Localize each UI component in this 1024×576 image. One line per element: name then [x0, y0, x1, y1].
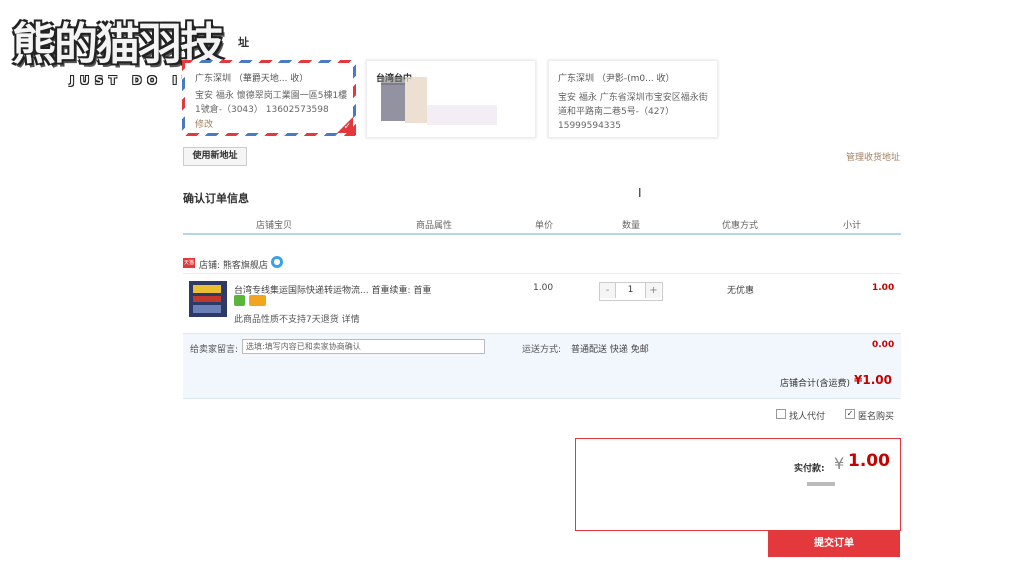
payment-label: 实付款: [794, 464, 825, 474]
shipping-method-label: 运送方式: [522, 345, 562, 355]
address-card-selected[interactable]: 广东深圳 （華爵天地... 收） 宝安 福永 懷德翠岗工業園一區5棟1樓1號倉-… [182, 60, 356, 136]
blurred-area [405, 77, 427, 123]
credit-card-icon [249, 295, 266, 306]
shop-total-value: ¥1.00 [854, 373, 892, 387]
edit-address-link[interactable]: 修改 [195, 117, 213, 130]
column-header: 优惠方式 [722, 221, 759, 231]
address-name: 广东深圳 （尹影-(m0... 收） [558, 74, 675, 84]
quantity-decrease-button[interactable]: - [600, 283, 616, 298]
address-card-taiwan[interactable]: 台湾台中 [366, 60, 536, 138]
address-detail: 宝安 福永 懷德翠岗工業園一區5棟1樓1號倉-（3043） 1360257359… [195, 91, 348, 115]
submit-order-button[interactable]: 提交订单 [768, 530, 900, 557]
placeholder-bar [807, 482, 835, 486]
use-new-address-button[interactable]: 使用新地址 [183, 147, 247, 166]
pay-for-me-label: 找人代付 [789, 412, 826, 422]
logo-sub-text: JUST DO IT [70, 74, 197, 87]
header-divider [183, 233, 901, 235]
shop-total-label: 店铺合计(含运费) [780, 379, 851, 389]
anonymous-purchase-label: 匿名购买 [858, 412, 895, 422]
column-header: 数量 [622, 221, 641, 231]
chat-icon[interactable]: ● [271, 256, 283, 268]
discount-method: 无优惠 [727, 286, 755, 296]
blurred-area [381, 83, 405, 121]
manage-addresses-link[interactable]: 管理收货地址 [846, 150, 900, 163]
anonymous-purchase-checkbox[interactable]: ✓ [845, 409, 855, 419]
guarantee-icon [234, 295, 245, 306]
quantity-input[interactable]: 1 [616, 283, 645, 298]
unit-price: 1.00 [533, 283, 554, 293]
check-icon: ✓ [343, 122, 351, 132]
column-header: 小计 [843, 221, 862, 231]
return-policy-note: 此商品性质不支持7天退货 详情 [234, 315, 360, 325]
seller-message-input[interactable]: 选填:填写内容已和卖家协商确认 [242, 339, 485, 354]
quantity-increase-button[interactable]: + [645, 283, 661, 298]
column-header: 单价 [535, 221, 554, 231]
seller-message-label: 给卖家留言: [190, 345, 239, 355]
address-detail: 宝安 福永 广东省深圳市宝安区福永街道和平路南二巷5号-（427） 159995… [558, 93, 708, 131]
column-header: 店铺宝贝 [256, 221, 293, 231]
pay-for-me-checkbox[interactable] [776, 409, 786, 419]
item-subtotal: 1.00 [872, 283, 895, 293]
payment-amount: 1.00 [848, 451, 890, 471]
address-card-shenzhen-2[interactable]: 广东深圳 （尹影-(m0... 收） 宝安 福永 广东省深圳市宝安区福永街道和平… [548, 60, 718, 138]
shop-name[interactable]: 店铺: 熊客旗舰店 [199, 258, 268, 271]
shipping-method-value: 普通配送 快递 免邮 [571, 345, 649, 355]
blurred-area [427, 105, 497, 125]
column-header: 商品属性 [416, 221, 453, 231]
product-thumbnail-part [193, 296, 221, 302]
shipping-fee: 0.00 [872, 340, 895, 350]
address-name: 广东深圳 （華爵天地... 收） [195, 74, 309, 84]
tmall-badge-icon: 天猫 [183, 258, 195, 268]
confirm-order-title: 确认订单信息 [183, 192, 249, 205]
product-thumbnail-part [193, 305, 221, 313]
currency-symbol: ¥ [834, 454, 845, 473]
product-thumbnail-part [193, 285, 221, 293]
text-cursor-icon: I [638, 186, 642, 200]
address-section-title: 址 [238, 36, 249, 49]
row-divider [183, 273, 901, 274]
